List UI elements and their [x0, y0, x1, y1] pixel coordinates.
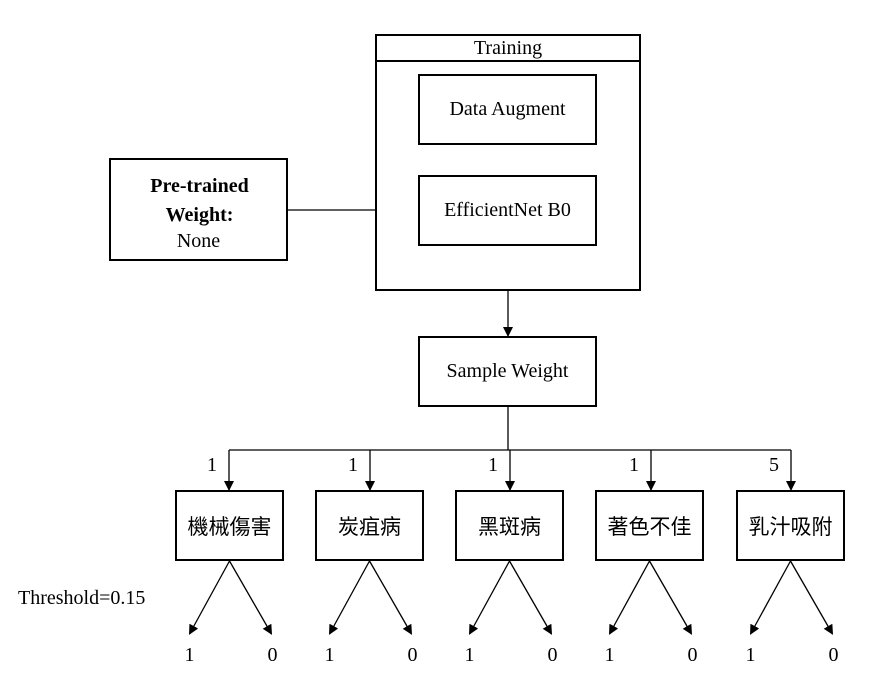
training-container: Training: [375, 34, 641, 291]
class-weight-2: 1: [488, 454, 498, 476]
class-3-output-1: 1: [604, 644, 615, 666]
class-1-output-1: 1: [324, 644, 335, 666]
edge-class-3-to-out0: [648, 560, 693, 635]
class-weight-3: 1: [629, 454, 639, 476]
edge-class-3-to-out1: [608, 560, 651, 635]
pretrained-weight-value: None: [176, 230, 221, 252]
class-weight-0: 1: [207, 454, 217, 476]
class-box-3: 著色不佳: [595, 490, 704, 561]
class-2-output-0: 0: [547, 644, 558, 666]
edge-class-1-to-out1: [328, 560, 371, 635]
edge-class-4-to-out1: [749, 560, 792, 635]
class-weight-1: 1: [348, 454, 358, 476]
class-0-output-1: 1: [184, 644, 195, 666]
edge-class-1-to-out0: [368, 560, 413, 635]
class-weight-4: 5: [769, 454, 779, 476]
sample-weight-box: Sample Weight: [418, 336, 597, 407]
pretrained-weight-title: Pre-trained Weight:: [150, 175, 249, 226]
class-0-output-0: 0: [267, 644, 278, 666]
class-box-2: 黑斑病: [455, 490, 564, 561]
edge-class-0-to-out1: [188, 560, 231, 635]
edge-class-2-to-out1: [468, 560, 511, 635]
class-4-output-0: 0: [828, 644, 839, 666]
data-augment-box: Data Augment: [418, 74, 597, 145]
class-3-output-0: 0: [687, 644, 698, 666]
diagram-canvas: Training Data Augment EfficientNet B0 Pr…: [0, 0, 882, 677]
edge-class-4-to-out0: [789, 560, 834, 635]
class-box-4: 乳汁吸附: [736, 490, 845, 561]
edge-class-2-to-out0: [508, 560, 553, 635]
threshold-label: Threshold=0.15: [18, 587, 146, 609]
class-1-output-0: 0: [407, 644, 418, 666]
class-box-0: 機械傷害: [175, 490, 284, 561]
class-box-1: 炭疽病: [315, 490, 424, 561]
edge-class-0-to-out0: [228, 560, 273, 635]
efficientnet-box: EfficientNet B0: [418, 175, 597, 246]
class-2-output-1: 1: [464, 644, 475, 666]
class-4-output-1: 1: [745, 644, 756, 666]
training-title: Training: [377, 36, 639, 62]
pretrained-weight-box: Pre-trained Weight: None: [109, 158, 288, 261]
